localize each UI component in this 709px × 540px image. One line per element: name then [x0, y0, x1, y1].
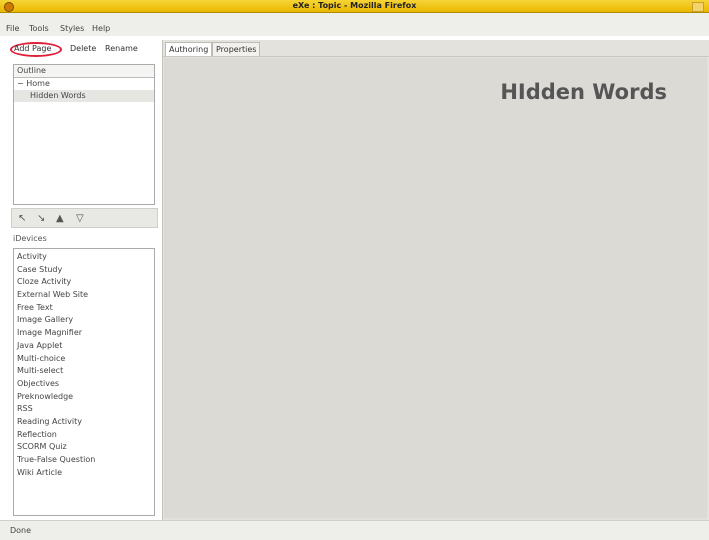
outline-move-bar: ↖ ↘ ▲ ▽ [11, 208, 158, 228]
move-down-icon[interactable]: ▽ [76, 213, 84, 224]
idevice-item[interactable]: Free Text [14, 302, 154, 315]
idevice-item[interactable]: SCORM Quiz [14, 441, 154, 454]
authoring-area [164, 58, 707, 518]
idevice-item[interactable]: Preknowledge [14, 391, 154, 404]
outline-panel: Outline − Home Hidden Words [13, 64, 155, 205]
idevice-item[interactable]: Case Study [14, 264, 154, 277]
tab-divider [162, 56, 709, 57]
idevice-item[interactable]: Multi-select [14, 365, 154, 378]
window-title: eXe : Topic - Mozilla Firefox [292, 1, 417, 10]
outline-toolbar: Add Page Delete Rename [8, 42, 158, 57]
outline-item-home[interactable]: − Home [14, 78, 154, 90]
idevice-item[interactable]: Wiki Article [14, 467, 154, 480]
status-text: Done [10, 526, 32, 535]
window-titlebar: eXe : Topic - Mozilla Firefox [0, 0, 709, 13]
menu-help[interactable]: Help [92, 24, 110, 33]
outline-item-hidden-words[interactable]: Hidden Words [14, 90, 154, 102]
idevice-item[interactable]: True-False Question [14, 454, 154, 467]
idevice-item[interactable]: External Web Site [14, 289, 154, 302]
promote-icon[interactable]: ↖ [18, 213, 26, 224]
menubar: File Tools Styles Help [0, 13, 709, 36]
idevices-list: Activity Case Study Cloze Activity External… [13, 248, 155, 516]
idevice-item[interactable]: Activity [14, 251, 154, 264]
window-close-icon[interactable] [692, 2, 704, 12]
outline-header: Outline [14, 65, 154, 78]
statusbar: Done [0, 520, 709, 540]
idevice-item[interactable]: Reflection [14, 429, 154, 442]
move-up-icon[interactable]: ▲ [56, 213, 64, 224]
add-page-button[interactable]: Add Page [14, 44, 51, 53]
menu-tools[interactable]: Tools [29, 24, 49, 33]
menu-file[interactable]: File [6, 24, 19, 33]
demote-icon[interactable]: ↘ [37, 213, 45, 224]
page-title: HIdden Words [500, 80, 667, 104]
tab-properties[interactable]: Properties [212, 42, 261, 56]
collapse-icon[interactable]: − [17, 79, 26, 88]
outline-item-label: Home [26, 79, 50, 88]
idevice-item[interactable]: RSS [14, 403, 154, 416]
delete-button[interactable]: Delete [70, 44, 96, 53]
menu-styles[interactable]: Styles [60, 24, 84, 33]
idevice-item[interactable]: Objectives [14, 378, 154, 391]
idevice-item[interactable]: Image Gallery [14, 314, 154, 327]
idevice-item[interactable]: Java Applet [14, 340, 154, 353]
idevices-header: iDevices [13, 234, 47, 243]
idevice-item[interactable]: Multi-choice [14, 353, 154, 366]
idevice-item[interactable]: Cloze Activity [14, 276, 154, 289]
idevice-item[interactable]: Reading Activity [14, 416, 154, 429]
idevice-item[interactable]: Image Magnifier [14, 327, 154, 340]
rename-button[interactable]: Rename [105, 44, 138, 53]
tab-authoring[interactable]: Authoring [165, 42, 213, 56]
